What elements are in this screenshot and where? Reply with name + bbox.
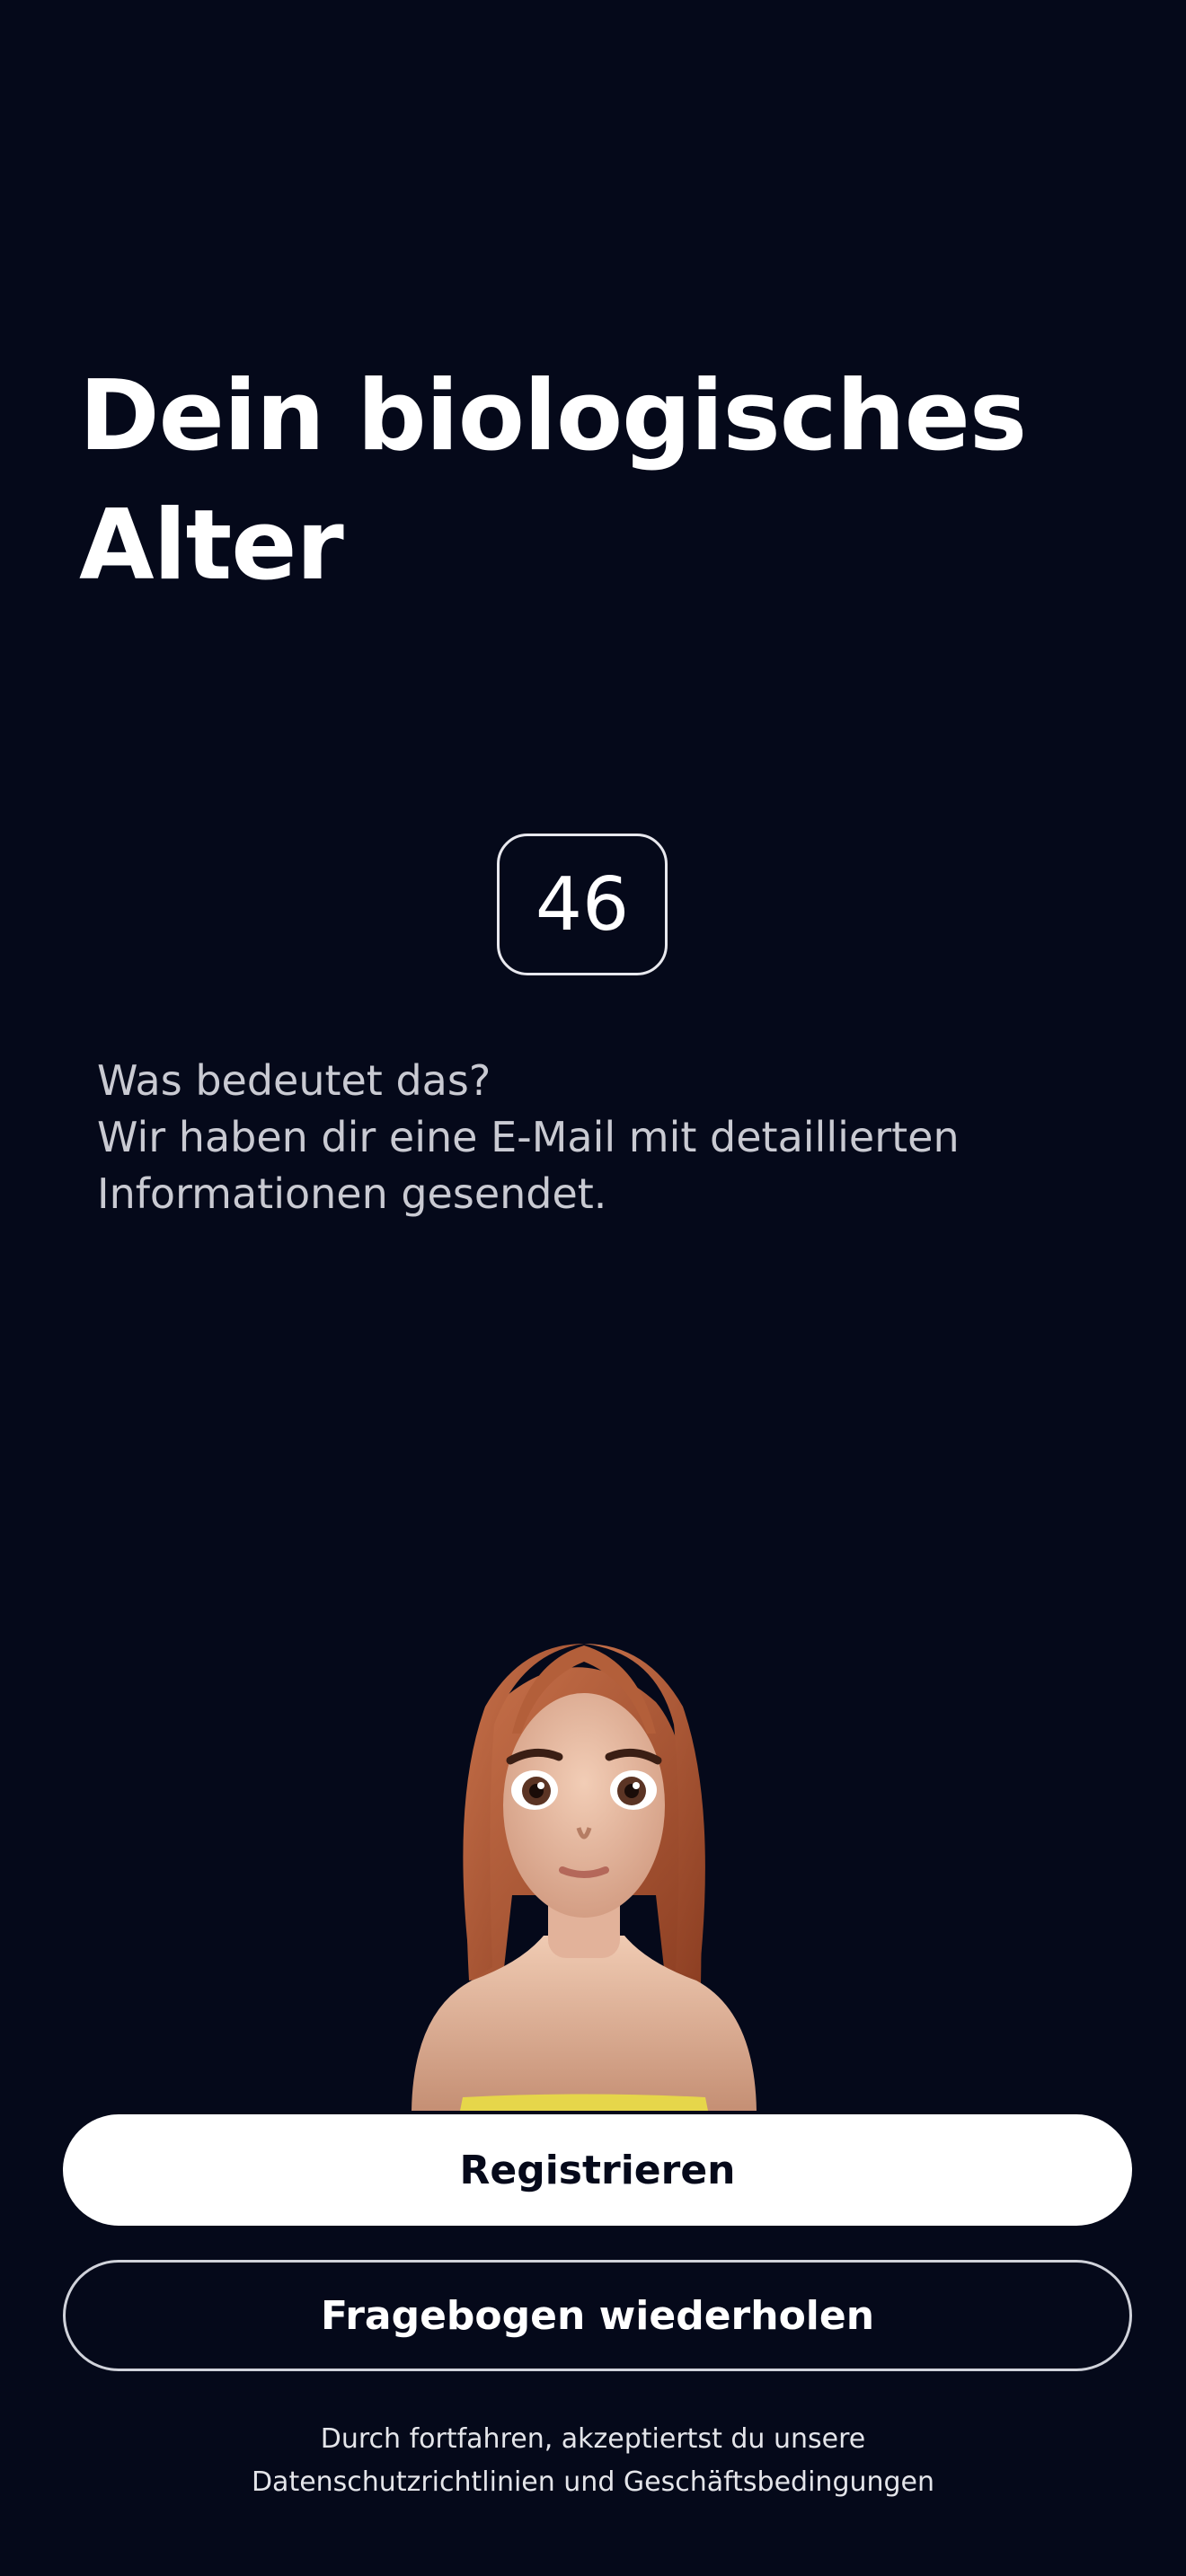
- page-title-line-2: Alter: [79, 490, 344, 602]
- register-button[interactable]: Registrieren: [63, 2114, 1132, 2226]
- legal-notice-links[interactable]: Datenschutzrichtlinien und Geschäftsbedi…: [0, 2461, 1186, 2504]
- explanation-line-2: Wir haben dir eine E-Mail mit detaillier…: [97, 1113, 960, 1161]
- repeat-questionnaire-button[interactable]: Fragebogen wiederholen: [63, 2260, 1132, 2371]
- page-title: Dein biologisches Alter: [79, 352, 1067, 611]
- legal-notice-line-1: Durch fortfahren, akzeptiertst du unsere: [320, 2423, 866, 2455]
- explanation-line-3: Informationen gesendet.: [97, 1169, 607, 1218]
- avatar-illustration: [412, 1644, 757, 2111]
- biological-age-value: 46: [497, 834, 668, 975]
- page-title-line-1: Dein biologisches: [79, 360, 1027, 472]
- explanation-question: Was bedeutet das?: [97, 1056, 491, 1105]
- legal-notice: Durch fortfahren, akzeptiertst du unsere…: [0, 2418, 1186, 2504]
- result-explanation: Was bedeutet das? Wir haben dir eine E-M…: [97, 1053, 1103, 1222]
